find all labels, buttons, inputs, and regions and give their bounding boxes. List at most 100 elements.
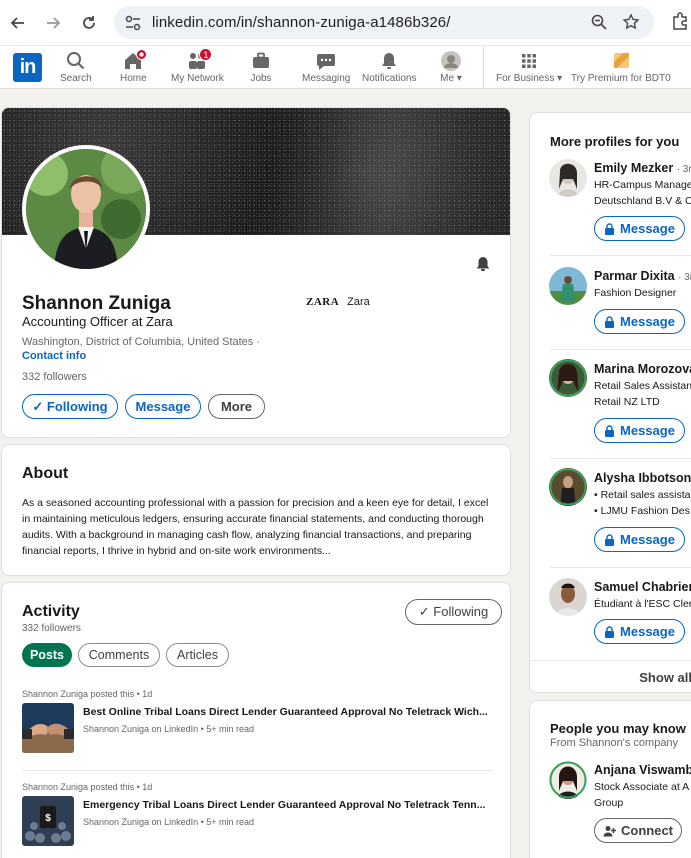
post-divider [22,770,493,771]
person-description-line: • LJMU Fashion Des [594,505,690,517]
person-divider [550,458,691,459]
nav-my-network-label: My Network [171,73,224,84]
avatar[interactable] [549,578,587,616]
home-icon [122,49,148,72]
person-name[interactable]: Parmar Dixita · 3rd [594,269,691,283]
zoom-icon[interactable] [590,13,608,31]
person-description-line: Group [594,797,624,809]
message-button-label: Message [620,221,675,236]
person-description: HR-Campus Manage Deutschland B.V & C [594,177,691,209]
message-button[interactable]: Message [594,418,685,443]
url-text[interactable]: linkedin.com/in/shannon-zuniga-a1486b326… [152,14,450,31]
lock-icon [605,424,615,437]
profile-location: Washington, District of Columbia, United… [22,336,261,348]
message-button-label: Message [620,423,675,438]
nav-messaging-label: Messaging [302,73,351,84]
pymk-subtitle: From Shannon's company [550,737,679,749]
connect-button[interactable]: Connect [594,818,682,843]
nav-me[interactable]: Me ▾ [440,50,462,86]
message-button[interactable]: Message [594,619,685,644]
post-title[interactable]: Best Online Tribal Loans Direct Lender G… [83,706,495,718]
svg-text:$: $ [45,813,51,824]
more-button[interactable]: More [208,394,265,419]
more-profiles-title: More profiles for you [550,134,680,149]
person-divider [550,255,691,256]
tab-comments[interactable]: Comments [78,643,160,667]
tab-articles[interactable]: Articles [166,643,229,667]
profile-photo[interactable] [22,145,150,273]
person-divider [550,349,691,350]
nav-search[interactable]: Search [60,50,92,86]
person-name[interactable]: Alysha Ibbotson [594,471,691,485]
nav-my-network[interactable]: 1 My Network [171,48,224,86]
person-description-line: Étudiant à l'ESC Cler [594,598,691,610]
message-button[interactable]: Message [125,394,201,419]
nav-jobs[interactable]: Jobs [250,50,272,86]
reload-icon[interactable] [77,11,101,35]
post-title[interactable]: Emergency Tribal Loans Direct Lender Gua… [83,799,495,811]
post-subtitle: Shannon Zuniga on LinkedIn • 5+ min read [83,817,255,827]
message-button-label: Message [620,532,675,547]
briefcase-icon [250,50,272,72]
nav-messaging[interactable]: Messaging [302,50,350,86]
lock-icon [605,533,615,546]
back-icon[interactable] [6,11,30,35]
avatar[interactable] [549,359,587,397]
search-icon [65,50,87,72]
activity-following-button[interactable]: ✓ Following [405,599,502,625]
pymk-title: People you may know [550,721,686,736]
nav-notifications-label: Notifications [362,73,417,84]
person-name[interactable]: Marina Morozova [594,362,691,376]
post-thumbnail[interactable]: $ [22,796,74,846]
person-description: • Retail sales assista • LJMU Fashion De… [594,487,690,519]
person-name-text: Emily Mezker [594,161,674,175]
nav-home[interactable]: Home [120,49,148,86]
activity-title: Activity [22,603,80,620]
site-settings-icon[interactable] [124,14,142,32]
linkedin-logo[interactable]: in [13,53,42,82]
home-badge [136,49,148,60]
message-button[interactable]: Message [594,309,685,334]
avatar[interactable] [549,468,587,506]
avatar[interactable] [549,761,587,799]
profile-followers[interactable]: 332 followers [22,371,87,383]
person-name-text: Alysha Ibbotson [594,471,691,485]
avatar [440,50,462,72]
person-description: Fashion Designer [594,285,676,301]
avatar[interactable] [549,267,587,305]
more-profiles-card: More profiles for you Emily Mezker · 3rd… [529,112,691,693]
network-badge: 1 [199,48,213,61]
current-company[interactable]: ZARA Zara [306,296,370,308]
show-all-button[interactable]: Show all [530,670,691,685]
person-name[interactable]: Samuel Chabrier [594,580,691,594]
nav-search-label: Search [60,73,92,84]
lock-icon [605,625,615,638]
company-name: Zara [347,296,370,308]
notify-bell-icon[interactable] [474,255,492,273]
nav-notifications[interactable]: Notifications [362,50,416,86]
post-thumbnail[interactable] [22,703,74,753]
nav-for-business-label: For Business ▾ [496,73,563,84]
message-button[interactable]: Message [594,216,685,241]
nav-for-business[interactable]: For Business ▾ [496,50,562,86]
following-button[interactable]: ✓ Following [22,394,118,419]
contact-info-link[interactable]: Contact info [22,350,86,362]
person-name[interactable]: Anjana Viswamba [594,763,691,777]
lock-icon [605,222,615,235]
extensions-icon[interactable] [669,11,691,33]
forward-icon[interactable] [41,11,65,35]
tab-posts[interactable]: Posts [22,643,72,667]
connection-degree: · 3rd [676,164,691,175]
bookmark-star-icon[interactable] [622,13,640,31]
nav-divider [483,46,484,89]
address-bar[interactable]: linkedin.com/in/shannon-zuniga-a1486b326… [114,6,654,39]
linkedin-global-nav: in Search Home 1 My Network Jobs Messagi… [0,46,691,89]
message-button[interactable]: Message [594,527,685,552]
activity-card: Activity 332 followers ✓ Following Posts… [1,582,511,858]
nav-try-premium-label: Try Premium for BDT0 [571,73,671,84]
profile-name: Shannon Zuniga [22,293,171,314]
nav-try-premium[interactable]: Try Premium for BDT0 [571,50,671,86]
avatar[interactable] [549,159,587,197]
lock-icon [605,315,615,328]
person-name[interactable]: Emily Mezker · 3rd [594,161,691,175]
